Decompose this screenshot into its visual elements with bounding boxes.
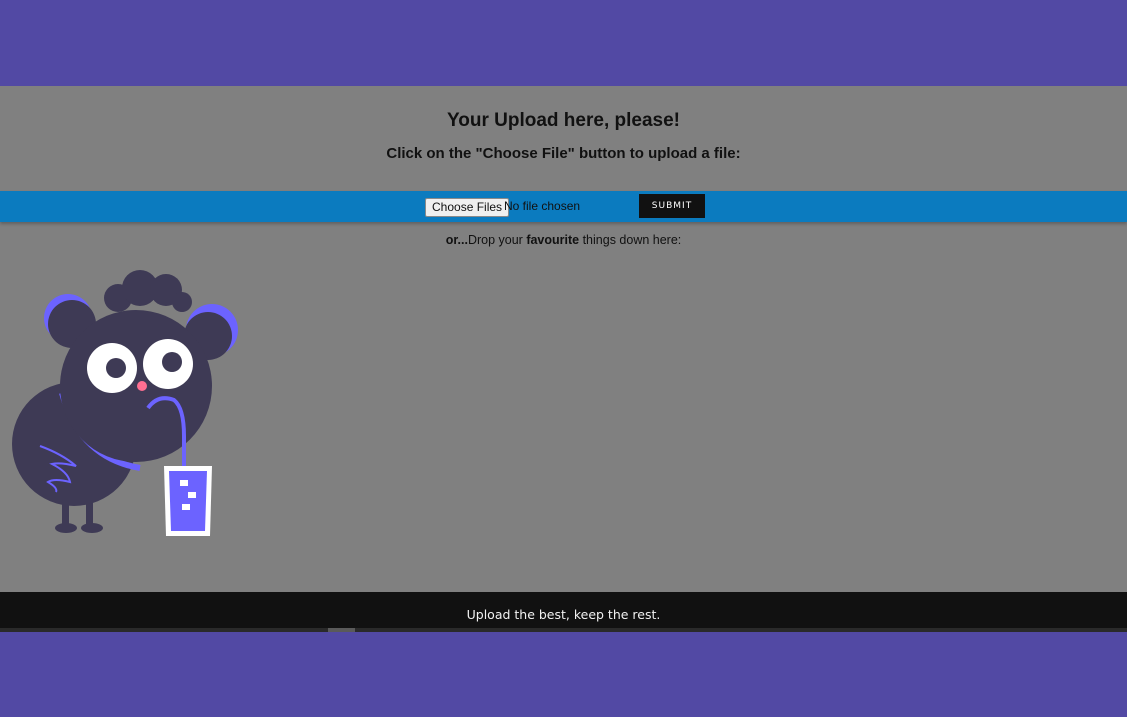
scrollbar-thumb[interactable] [328,628,355,632]
drop-text-after: things down here: [579,233,682,247]
file-status-text: No file chosen [504,199,581,213]
footer: Upload the best, keep the rest. [0,592,1127,630]
upload-bar: Choose Files No file chosen SUBMIT [0,191,1127,222]
choose-files-button[interactable]: Choose Files [425,198,510,217]
submit-button[interactable]: SUBMIT [639,194,705,218]
page-subtitle: Click on the "Choose File" button to upl… [386,145,741,162]
horizontal-scrollbar[interactable] [0,628,1127,632]
drop-emphasis: favourite [526,233,580,247]
drop-zone-text[interactable]: or...Drop your favourite things down her… [0,233,1127,247]
page-title: Your Upload here, please! [447,110,680,131]
footer-tagline: Upload the best, keep the rest. [466,607,661,622]
drop-text-before: Drop your [467,233,527,247]
bird-mascot-drinking-icon [10,268,242,540]
drop-prefix: or... [445,233,468,247]
